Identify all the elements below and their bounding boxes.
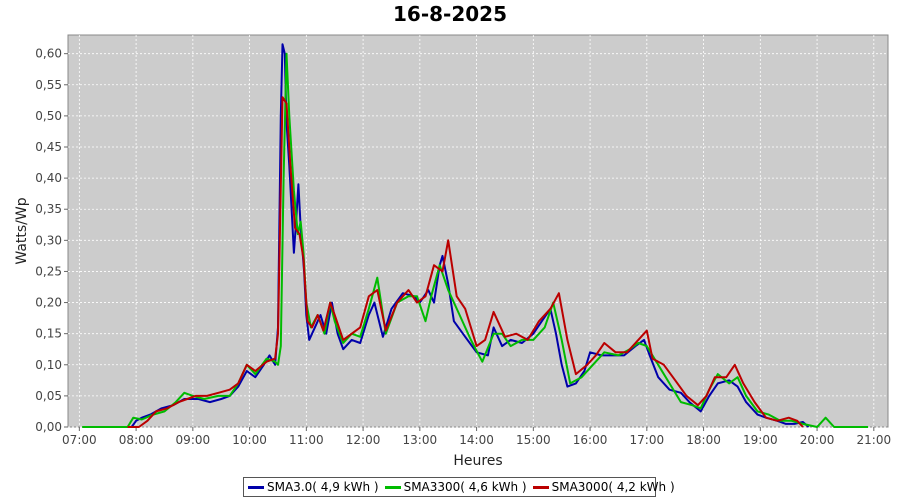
y-tick-label: 0,30 — [35, 233, 62, 247]
legend-label: SMA3300( 4,6 kWh ) — [403, 480, 527, 494]
x-axis-label: Heures — [453, 453, 502, 469]
legend-swatch — [384, 485, 401, 489]
y-tick-label: 0,10 — [35, 358, 62, 372]
x-axis: 07:00 08:00 09:00 10:00 11:00 12:00 13:00 14:00… — [62, 427, 891, 447]
legend-label: SMA3000( 4,2 kWh ) — [551, 480, 675, 494]
x-tick-label: 12:00 — [346, 433, 381, 447]
x-tick-label: 15:00 — [516, 433, 551, 447]
y-tick-label: 0,50 — [35, 109, 62, 123]
y-tick-label: 0,40 — [35, 171, 62, 185]
y-tick-label: 0,55 — [35, 78, 62, 92]
x-tick-label: 20:00 — [800, 433, 835, 447]
x-tick-label: 14:00 — [459, 433, 494, 447]
x-tick-label: 09:00 — [176, 433, 211, 447]
y-tick-label: 0,15 — [35, 327, 62, 341]
plot-area — [67, 34, 889, 428]
x-tick-label: 16:00 — [573, 433, 608, 447]
legend: SMA3.0( 4,9 kWh ) SMA3300( 4,6 kWh ) SMA30… — [243, 477, 675, 497]
x-tick-label: 13:00 — [403, 433, 438, 447]
legend-item-3: SMA3000( 4,2 kWh ) — [532, 480, 675, 494]
y-axis-label: Watts/Wp — [14, 197, 30, 264]
x-tick-label: 08:00 — [119, 433, 154, 447]
y-tick-label: 0,20 — [35, 296, 62, 310]
y-tick-label: 0,00 — [35, 420, 62, 434]
x-tick-label: 10:00 — [232, 433, 267, 447]
x-tick-label: 18:00 — [686, 433, 721, 447]
legend-swatch — [248, 485, 264, 489]
y-tick-label: 0,60 — [35, 47, 62, 61]
y-tick-label: 0,25 — [35, 264, 62, 278]
x-tick-label: 07:00 — [62, 433, 97, 447]
legend-label: SMA3.0( 4,9 kWh ) — [267, 480, 379, 494]
line-chart: 0,00 0,05 0,10 0,15 0,20 0,25 0,30 0,35 0,40 0,45… — [14, 34, 891, 469]
legend-item-2: SMA3300( 4,6 kWh ) — [384, 480, 527, 494]
legend-item-1: SMA3.0( 4,9 kWh ) — [248, 480, 379, 494]
y-tick-label: 0,35 — [35, 202, 62, 216]
x-tick-label: 17:00 — [630, 433, 665, 447]
x-tick-label: 11:00 — [289, 433, 324, 447]
x-tick-label: 19:00 — [743, 433, 778, 447]
y-tick-label: 0,45 — [35, 140, 62, 154]
x-tick-label: 21:00 — [857, 433, 892, 447]
y-tick-label: 0,05 — [35, 389, 62, 403]
legend-swatch — [532, 485, 549, 489]
y-axis: 0,00 0,05 0,10 0,15 0,20 0,25 0,30 0,35 0,40 0,45… — [35, 47, 68, 434]
